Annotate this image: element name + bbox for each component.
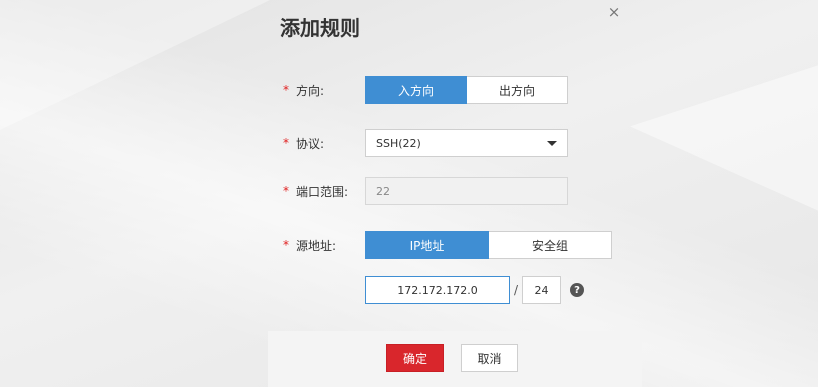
ip-address-value: 172.172.172.0 [397, 283, 478, 297]
required-marker: * [283, 83, 289, 97]
source-label-group: * 源地址: [268, 237, 365, 254]
protocol-select[interactable]: SSH(22) [365, 129, 568, 157]
chevron-down-icon [547, 140, 557, 146]
cidr-mask-input[interactable]: 24 [522, 276, 562, 304]
protocol-row: * 协议: SSH(22) [268, 129, 568, 157]
port-range-label-group: * 端口范围: [268, 183, 365, 200]
cidr-mask-value: 24 [534, 283, 549, 297]
help-icon[interactable]: ? [570, 283, 585, 297]
protocol-label-group: * 协议: [268, 135, 365, 152]
cidr-slash: / [514, 283, 519, 297]
cancel-button[interactable]: 取消 [461, 344, 518, 372]
port-range-row: * 端口范围: 22 [268, 177, 568, 205]
direction-label: 方向: [296, 83, 325, 98]
ip-address-input[interactable]: 172.172.172.0 [365, 276, 510, 304]
ip-address-row: 172.172.172.0 / 24 ? [365, 276, 585, 304]
source-security-group-button[interactable]: 安全组 [489, 231, 612, 259]
port-range-value: 22 [376, 184, 390, 198]
add-rule-dialog: 添加规则 × * 方向: 入方向 出方向 * 协议: SSH(22) * 端口范… [268, 0, 642, 387]
required-marker: * [283, 238, 289, 252]
source-type-toggle: IP地址 安全组 [365, 231, 612, 259]
protocol-label: 协议: [296, 136, 325, 151]
direction-inbound-button[interactable]: 入方向 [365, 76, 467, 104]
source-row: * 源地址: IP地址 安全组 [268, 231, 612, 259]
direction-label-group: * 方向: [268, 82, 365, 99]
confirm-button[interactable]: 确定 [386, 344, 444, 372]
dialog-footer: 确定 取消 [268, 331, 642, 387]
direction-row: * 方向: 入方向 出方向 [268, 76, 568, 104]
direction-toggle: 入方向 出方向 [365, 76, 568, 104]
close-icon[interactable]: × [606, 4, 622, 20]
port-range-label: 端口范围: [296, 184, 349, 199]
source-ip-button[interactable]: IP地址 [365, 231, 489, 259]
source-label: 源地址: [296, 238, 337, 253]
port-range-input: 22 [365, 177, 568, 205]
required-marker: * [283, 136, 289, 150]
direction-outbound-button[interactable]: 出方向 [467, 76, 568, 104]
required-marker: * [283, 184, 289, 198]
protocol-select-value: SSH(22) [376, 136, 421, 150]
dialog-title: 添加规则 [280, 16, 360, 40]
